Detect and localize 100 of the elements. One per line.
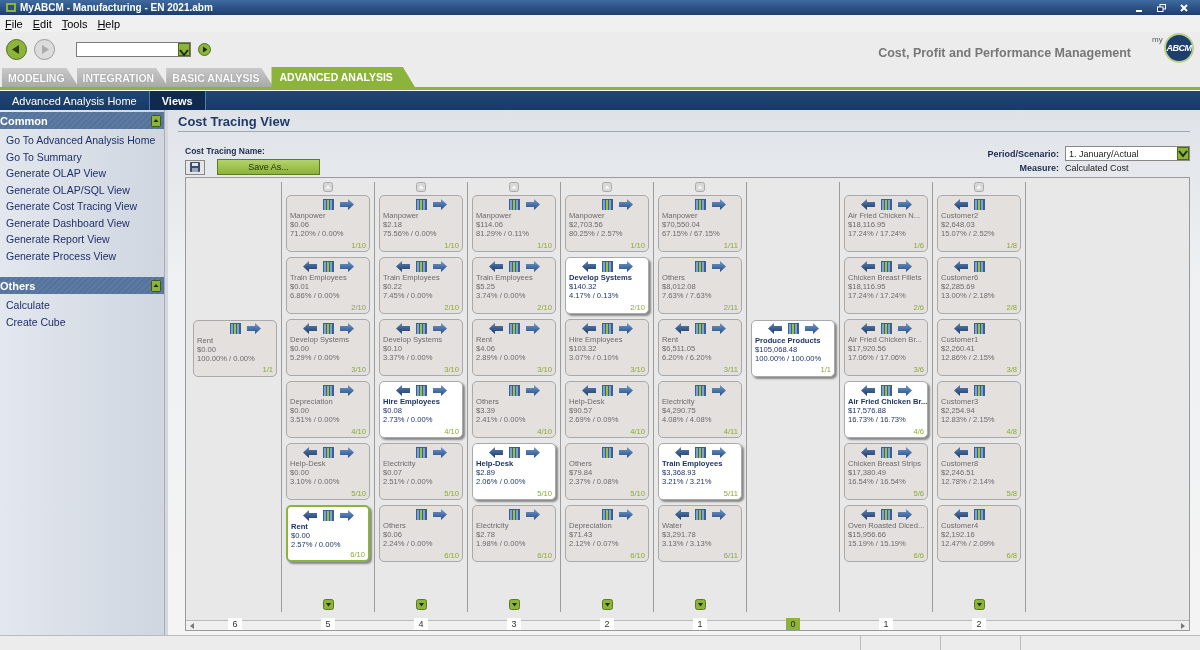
bar-chart-icon[interactable]: [694, 198, 706, 210]
right-arrow-icon[interactable]: [804, 323, 819, 334]
bar-chart-icon[interactable]: [880, 384, 892, 396]
side-panel-link[interactable]: Go To Summary: [6, 150, 158, 164]
address-dropdown[interactable]: [76, 41, 191, 57]
level-number[interactable]: 2: [600, 618, 614, 630]
restore-icon[interactable]: [1157, 3, 1166, 12]
menu-item[interactable]: Edit: [27, 17, 57, 30]
bar-chart-icon[interactable]: [601, 508, 613, 520]
side-panel-link[interactable]: Generate Dashboard View: [6, 216, 158, 230]
right-arrow-icon[interactable]: [618, 446, 633, 458]
bar-chart-icon[interactable]: [694, 260, 706, 272]
close-icon[interactable]: [1180, 3, 1188, 12]
tab[interactable]: ADVANCED ANALYSIS: [271, 67, 415, 87]
right-arrow-icon[interactable]: [897, 322, 912, 334]
left-arrow-icon[interactable]: [674, 322, 689, 334]
level-number[interactable]: 4: [414, 618, 428, 630]
right-arrow-icon[interactable]: [897, 384, 912, 396]
navigation-link[interactable]: Views: [148, 91, 206, 110]
bar-chart-icon[interactable]: [601, 260, 613, 272]
bar-chart-icon[interactable]: [322, 322, 334, 334]
bar-chart-icon[interactable]: [508, 260, 520, 272]
left-arrow-icon[interactable]: [488, 446, 503, 458]
bar-chart-icon[interactable]: [880, 322, 892, 334]
menu-item[interactable]: Help: [92, 17, 126, 30]
left-arrow-icon[interactable]: [953, 198, 968, 210]
bar-chart-icon[interactable]: [694, 384, 706, 396]
left-arrow-icon[interactable]: [953, 260, 968, 272]
bar-chart-icon[interactable]: [973, 322, 985, 334]
bar-chart-icon[interactable]: [415, 446, 427, 458]
bar-chart-icon[interactable]: [229, 323, 241, 334]
right-arrow-icon[interactable]: [711, 508, 726, 520]
right-arrow-icon[interactable]: [339, 322, 354, 334]
side-panel-link[interactable]: Calculate: [6, 299, 158, 313]
scroll-down-button[interactable]: [508, 598, 520, 610]
left-arrow-icon[interactable]: [302, 322, 317, 334]
left-arrow-icon[interactable]: [674, 508, 689, 520]
left-arrow-icon[interactable]: [953, 384, 968, 396]
right-arrow-icon[interactable]: [339, 509, 354, 521]
bar-chart-icon[interactable]: [415, 198, 427, 210]
right-arrow-icon[interactable]: [618, 198, 633, 210]
left-arrow-icon[interactable]: [860, 384, 875, 396]
side-panel-link[interactable]: Generate Report View: [6, 233, 158, 247]
bar-chart-icon[interactable]: [694, 508, 706, 520]
level-number[interactable]: 3: [507, 618, 521, 630]
side-panel-link[interactable]: Go To Advanced Analysis Home: [6, 134, 158, 148]
scroll-left-icon[interactable]: [188, 621, 196, 630]
scroll-right-icon[interactable]: [1179, 621, 1187, 630]
left-arrow-icon[interactable]: [581, 260, 596, 272]
side-panel-link[interactable]: Generate Cost Tracing View: [6, 200, 158, 214]
side-panel-link[interactable]: Generate Process View: [6, 249, 158, 263]
right-arrow-icon[interactable]: [525, 322, 540, 334]
side-panel-link[interactable]: Create Cube: [6, 315, 158, 329]
left-arrow-icon[interactable]: [581, 384, 596, 396]
bar-chart-icon[interactable]: [694, 322, 706, 334]
left-arrow-icon[interactable]: [953, 508, 968, 520]
collapse-button[interactable]: [151, 279, 161, 292]
left-arrow-icon[interactable]: [767, 323, 782, 334]
right-arrow-icon[interactable]: [525, 384, 540, 396]
right-arrow-icon[interactable]: [339, 198, 354, 210]
left-arrow-icon[interactable]: [488, 322, 503, 334]
right-arrow-icon[interactable]: [432, 260, 447, 272]
bar-chart-icon[interactable]: [601, 322, 613, 334]
left-arrow-icon[interactable]: [395, 260, 410, 272]
left-arrow-icon[interactable]: [860, 322, 875, 334]
right-arrow-icon[interactable]: [432, 384, 447, 396]
left-arrow-icon[interactable]: [860, 508, 875, 520]
level-number[interactable]: 1: [693, 618, 707, 630]
period-dropdown[interactable]: 1. January/Actual: [1065, 146, 1190, 161]
bar-chart-icon[interactable]: [973, 446, 985, 458]
go-button[interactable]: [198, 42, 211, 56]
bar-chart-icon[interactable]: [508, 322, 520, 334]
level-number[interactable]: 1: [879, 618, 893, 630]
left-arrow-icon[interactable]: [581, 322, 596, 334]
scroll-down-button[interactable]: [415, 598, 427, 610]
bar-chart-icon[interactable]: [415, 384, 427, 396]
back-button[interactable]: [6, 38, 27, 60]
left-arrow-icon[interactable]: [953, 446, 968, 458]
left-arrow-icon[interactable]: [395, 384, 410, 396]
bar-chart-icon[interactable]: [880, 508, 892, 520]
bar-chart-icon[interactable]: [694, 446, 706, 458]
left-arrow-icon[interactable]: [302, 446, 317, 458]
bar-chart-icon[interactable]: [880, 446, 892, 458]
left-arrow-icon[interactable]: [674, 446, 689, 458]
right-arrow-icon[interactable]: [711, 322, 726, 334]
bar-chart-icon[interactable]: [415, 322, 427, 334]
right-arrow-icon[interactable]: [618, 322, 633, 334]
right-arrow-icon[interactable]: [246, 323, 261, 334]
right-arrow-icon[interactable]: [432, 198, 447, 210]
bar-chart-icon[interactable]: [973, 508, 985, 520]
scroll-down-button[interactable]: [322, 598, 334, 610]
bar-chart-icon[interactable]: [880, 198, 892, 210]
bar-chart-icon[interactable]: [601, 384, 613, 396]
right-arrow-icon[interactable]: [618, 508, 633, 520]
right-arrow-icon[interactable]: [432, 508, 447, 520]
level-number[interactable]: 0: [786, 618, 800, 630]
scroll-down-button[interactable]: [973, 598, 985, 610]
right-arrow-icon[interactable]: [339, 446, 354, 458]
navigation-link[interactable]: Advanced Analysis Home: [0, 91, 149, 110]
scroll-down-button[interactable]: [601, 598, 613, 610]
